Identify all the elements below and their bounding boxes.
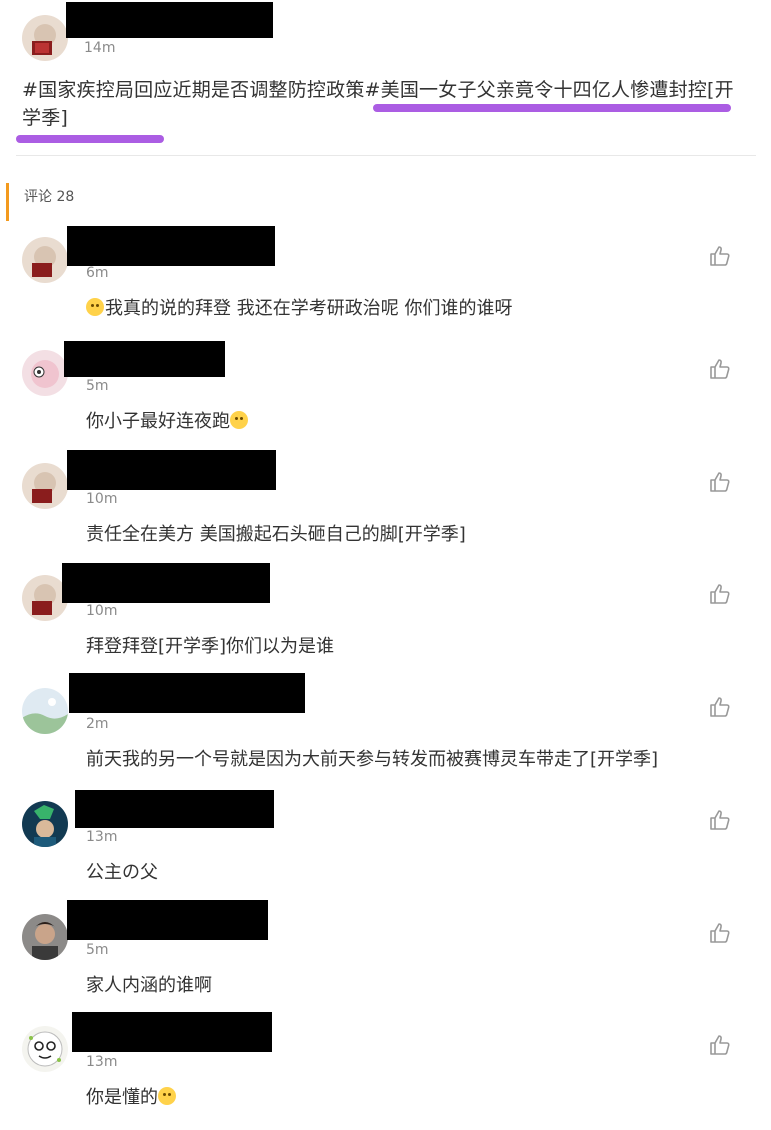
comment-item: 13m 你是懂的	[0, 1012, 771, 1130]
comment-time: 13m	[86, 1054, 118, 1070]
crying-face-icon	[86, 298, 104, 316]
commenter-avatar[interactable]	[22, 688, 68, 734]
hashtag-highlight-line-1	[373, 104, 731, 112]
surprised-face-icon	[158, 1087, 176, 1105]
post-author-avatar[interactable]	[22, 15, 68, 61]
post-author-name-redacted	[66, 2, 273, 38]
comment-item: 5m 你小子最好连夜跑	[0, 341, 771, 454]
comment-item: 6m 我真的说的拜登 我还在学考研政治呢 你们谁的谁呀	[0, 226, 771, 341]
thumbs-up-icon[interactable]	[708, 921, 732, 945]
commenter-name-redacted	[67, 450, 276, 490]
thumbs-up-icon[interactable]	[708, 244, 732, 268]
comment-text: 你小子最好连夜跑	[86, 407, 249, 433]
commenter-avatar[interactable]	[22, 1026, 68, 1072]
thumbs-up-icon[interactable]	[708, 582, 732, 606]
post-time: 14m	[84, 40, 116, 56]
comment-text: 前天我的另一个号就是因为大前天参与转发而被赛博灵车带走了[开学季]	[86, 749, 659, 770]
commenter-avatar[interactable]	[22, 463, 68, 509]
comment-item: 2m 前天我的另一个号就是因为大前天参与转发而被赛博灵车带走了[开学季]	[0, 673, 771, 792]
divider	[16, 155, 756, 156]
commenter-name-redacted	[64, 341, 225, 377]
comments-count-label: 评论 28	[24, 189, 75, 205]
thumbs-up-icon[interactable]	[708, 695, 732, 719]
comment-time: 2m	[86, 716, 109, 732]
comment-item: 13m 公主の父	[0, 790, 771, 905]
thumbs-up-icon[interactable]	[708, 357, 732, 381]
comment-time: 6m	[86, 265, 109, 281]
thumbs-up-icon[interactable]	[708, 470, 732, 494]
comment-item: 10m 拜登拜登[开学季]你们以为是谁	[0, 563, 771, 679]
comment-time: 13m	[86, 829, 118, 845]
comment-time: 5m	[86, 942, 109, 958]
comment-time: 10m	[86, 603, 118, 619]
cat-face-icon	[230, 411, 248, 429]
comment-text: 拜登拜登[开学季]你们以为是谁	[86, 636, 335, 657]
commenter-avatar[interactable]	[22, 914, 68, 960]
commenter-avatar[interactable]	[22, 237, 68, 283]
commenter-avatar[interactable]	[22, 801, 68, 847]
hashtag-highlight-line-2	[16, 135, 164, 143]
comment-text: 家人内涵的谁啊	[86, 975, 212, 996]
commenter-name-redacted	[75, 790, 274, 828]
comment-time: 10m	[86, 491, 118, 507]
commenter-name-redacted	[67, 226, 275, 266]
comment-text: 我真的说的拜登 我还在学考研政治呢 你们谁的谁呀	[86, 294, 512, 320]
comment-time: 5m	[86, 378, 109, 394]
comment-text: 责任全在美方 美国搬起石头砸自己的脚[开学季]	[86, 524, 466, 545]
thumbs-up-icon[interactable]	[708, 1033, 732, 1057]
comments-accent-bar	[6, 183, 9, 221]
comment-text: 公主の父	[86, 862, 158, 883]
commenter-name-redacted	[62, 563, 270, 603]
comment-item: 10m 责任全在美方 美国搬起石头砸自己的脚[开学季]	[0, 450, 771, 567]
commenter-name-redacted	[72, 1012, 272, 1052]
commenter-name-redacted	[69, 673, 305, 713]
commenter-avatar[interactable]	[22, 350, 68, 396]
comment-item: 5m 家人内涵的谁啊	[0, 900, 771, 1018]
comment-text: 你是懂的	[86, 1083, 177, 1109]
thumbs-up-icon[interactable]	[708, 808, 732, 832]
commenter-name-redacted	[67, 900, 268, 940]
